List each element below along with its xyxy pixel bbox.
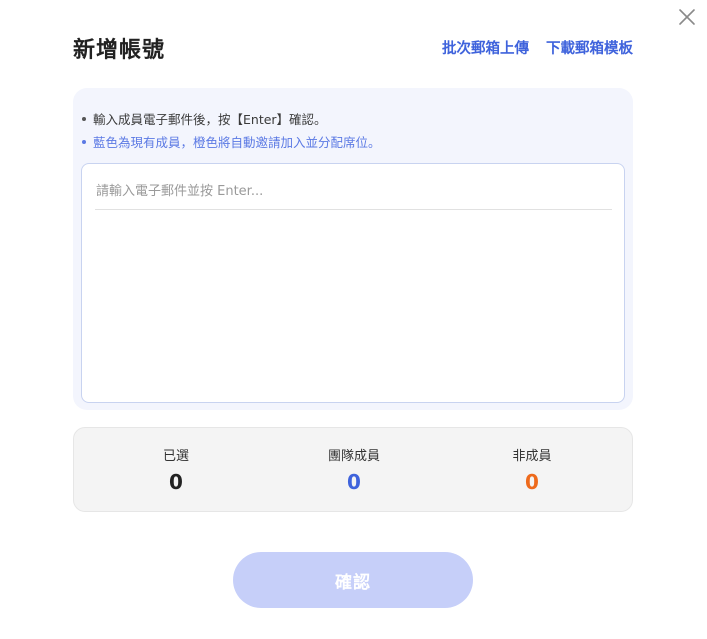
stat-selected-label: 已選 bbox=[162, 449, 189, 464]
confirm-button[interactable]: 確認 bbox=[233, 552, 473, 608]
hint-text: 輸入成員電子郵件後，按【Enter】確認。 bbox=[93, 112, 327, 127]
stat-selected-value: 0 bbox=[169, 470, 183, 494]
batch-upload-link[interactable]: 批次郵箱上傳 bbox=[442, 37, 529, 58]
bullet-dot bbox=[82, 139, 86, 144]
stat-members-label: 團隊成員 bbox=[327, 449, 380, 464]
close-icon[interactable] bbox=[676, 6, 698, 28]
stat-selected: 已選 0 bbox=[106, 445, 246, 494]
email-input-panel: 輸入成員電子郵件後，按【Enter】確認。 藍色為現有成員，橙色將自動邀請加入並… bbox=[73, 88, 633, 410]
stat-non-members: 非成員 0 bbox=[462, 445, 602, 494]
dialog-title: 新增帳號 bbox=[73, 38, 166, 63]
bullet-dot bbox=[82, 116, 86, 121]
stats-panel: 已選 0 團隊成員 0 非成員 0 bbox=[73, 427, 633, 512]
download-template-link[interactable]: 下載郵箱模板 bbox=[546, 37, 633, 58]
header-links: 批次郵箱上傳 下載郵箱模板 bbox=[442, 37, 633, 58]
hint-text: 藍色為現有成員，橙色將自動邀請加入並分配席位。 bbox=[93, 135, 381, 150]
stat-non-members-value: 0 bbox=[525, 470, 539, 494]
email-input[interactable] bbox=[95, 174, 612, 210]
stat-members-value: 0 bbox=[347, 470, 361, 494]
add-account-dialog: 新增帳號 批次郵箱上傳 下載郵箱模板 輸入成員電子郵件後，按【Enter】確認。… bbox=[0, 0, 707, 639]
stat-non-members-label: 非成員 bbox=[512, 449, 552, 464]
hint-enter-confirm: 輸入成員電子郵件後，按【Enter】確認。 bbox=[82, 109, 327, 128]
stat-members: 團隊成員 0 bbox=[284, 445, 424, 494]
email-tag-box[interactable] bbox=[81, 163, 625, 403]
hint-color-legend: 藍色為現有成員，橙色將自動邀請加入並分配席位。 bbox=[82, 132, 381, 151]
